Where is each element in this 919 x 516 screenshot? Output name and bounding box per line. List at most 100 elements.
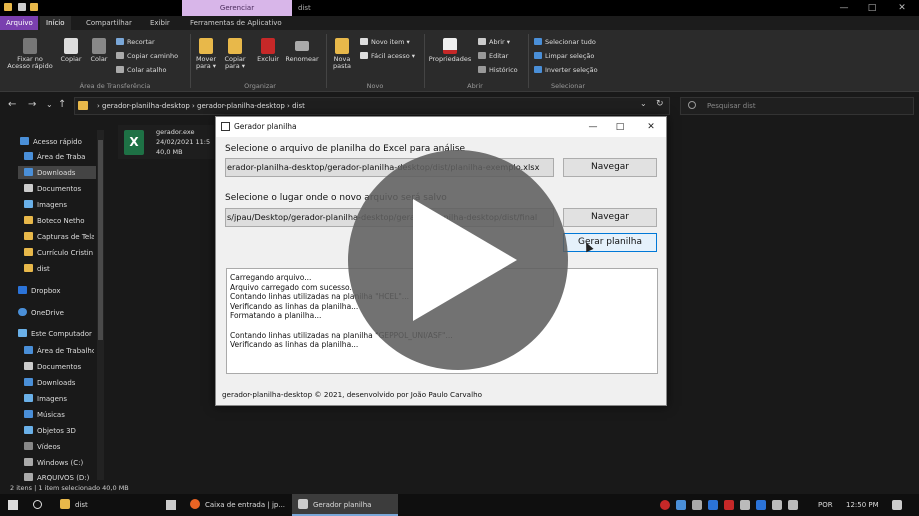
invert-selection-label: Inverter seleção [545, 66, 598, 74]
new-folder-button[interactable]: Nova pasta [330, 38, 354, 70]
volume-icon[interactable] [788, 500, 798, 510]
sidebar-item-images-pc[interactable]: Imagens [24, 394, 94, 403]
copy-path-button[interactable]: Copiar caminho [116, 52, 178, 60]
star-icon [20, 137, 29, 145]
select-all-button[interactable]: Selecionar tudo [534, 38, 596, 46]
clock[interactable]: 12:50 PM [846, 494, 879, 516]
copy-to-button[interactable]: Copiar para ▾ [222, 38, 248, 70]
paste-shortcut-button[interactable]: Colar atalho [116, 66, 166, 74]
sidebar-item-videos[interactable]: Vídeos [24, 442, 94, 451]
sidebar-item-capturas[interactable]: Capturas de Tela [24, 232, 94, 241]
sidebar-item-drive-c[interactable]: Windows (C:) [24, 458, 94, 467]
sidebar-item-desktop[interactable]: Área de Traba [24, 152, 94, 161]
properties-icon[interactable] [18, 3, 26, 11]
back-button[interactable]: ← [8, 99, 16, 111]
tray-record-icon[interactable] [660, 500, 670, 510]
sidebar-item-music[interactable]: Músicas [24, 410, 94, 419]
cut-button[interactable]: Recortar [116, 38, 155, 46]
task-view-icon[interactable] [166, 500, 176, 510]
rename-label: Renomear [285, 55, 319, 63]
generate-spreadsheet-button[interactable]: Gerar planilha [563, 233, 657, 252]
sidebar-item-images[interactable]: Imagens [24, 200, 94, 209]
taskbar-gerador[interactable]: Gerador planilha [292, 494, 398, 516]
sidebar-item-boteco[interactable]: Boteco Netho [24, 216, 94, 225]
sidebar-item-documents[interactable]: Documentos [24, 184, 94, 193]
folder-icon [60, 499, 70, 509]
sidebar-item-downloads-pc[interactable]: Downloads [24, 378, 94, 387]
tray-icon[interactable] [692, 500, 702, 510]
dialog-maximize-button[interactable]: □ [609, 117, 631, 137]
folder-icon [24, 232, 33, 240]
dialog-minimize-button[interactable]: — [582, 117, 604, 137]
network-icon[interactable] [772, 500, 782, 510]
tray-dropbox-icon[interactable] [676, 500, 686, 510]
history-button[interactable]: Histórico [478, 66, 518, 74]
sidebar-item-label: Windows (C:) [37, 459, 84, 467]
move-to-button[interactable]: Mover para ▾ [194, 38, 218, 70]
tray-icon[interactable] [708, 500, 718, 510]
document-icon [24, 362, 33, 370]
sidebar-item-downloads[interactable]: Downloads [24, 168, 94, 177]
refresh-button[interactable]: ↻ [656, 99, 664, 109]
copy-icon [64, 38, 78, 54]
sidebar-item-drive-d[interactable]: ARQUIVOS (D:) [24, 473, 94, 482]
tray-icon[interactable] [756, 500, 766, 510]
maximize-button[interactable]: □ [857, 0, 887, 16]
select-none-button[interactable]: Limpar seleção [534, 52, 594, 60]
browse-excel-button[interactable]: Navegar [563, 158, 657, 177]
tab-exibir[interactable]: Exibir [144, 16, 176, 30]
rename-button[interactable]: Renomear [284, 38, 320, 63]
cloud-icon [18, 308, 27, 316]
tab-compartilhar[interactable]: Compartilhar [80, 16, 138, 30]
close-button[interactable]: ✕ [887, 0, 917, 16]
search-icon[interactable] [33, 500, 42, 509]
address-bar[interactable]: › gerador-planilha-desktop › gerador-pla… [74, 97, 670, 115]
easy-access-button[interactable]: Fácil acesso ▾ [360, 52, 415, 60]
notification-icon[interactable] [892, 500, 902, 510]
browse-save-button[interactable]: Navegar [563, 208, 657, 227]
minimize-button[interactable]: — [829, 0, 859, 16]
windows-start-icon[interactable] [8, 500, 18, 510]
image-icon [24, 394, 33, 402]
paste-button[interactable]: Colar [88, 38, 110, 63]
new-item-button[interactable]: Novo item ▾ [360, 38, 410, 46]
tab-inicio[interactable]: Início [40, 16, 71, 30]
delete-button[interactable]: Excluir [254, 38, 282, 63]
copy-path-label: Copiar caminho [127, 52, 179, 60]
scissors-icon [116, 38, 124, 45]
new-folder-icon[interactable] [30, 3, 38, 11]
tray-icon[interactable] [724, 500, 734, 510]
properties-button[interactable]: Propriedades [428, 38, 472, 63]
taskbar-browser[interactable]: Caixa de entrada | jp... [186, 494, 290, 516]
video-icon [24, 442, 33, 450]
sidebar-scroll-thumb[interactable] [98, 140, 103, 340]
tab-arquivo[interactable]: Arquivo [0, 16, 38, 30]
drive-icon [24, 473, 33, 481]
pin-button[interactable]: Fixar no Acesso rápido [4, 38, 56, 70]
manage-tab[interactable]: Gerenciar [182, 0, 292, 16]
forward-button[interactable]: → [28, 99, 36, 111]
sidebar-item-3d[interactable]: Objetos 3D [24, 426, 94, 435]
sidebar-item-documents-pc[interactable]: Documentos [24, 362, 94, 371]
up-button[interactable]: ↑ [58, 99, 66, 111]
address-dropdown-button[interactable]: ⌄ [640, 99, 647, 108]
sidebar-item-dist[interactable]: dist [24, 264, 94, 273]
desktop-icon [24, 346, 33, 354]
dialog-close-button[interactable]: ✕ [640, 117, 662, 137]
open-button[interactable]: Abrir ▾ [478, 38, 510, 46]
sidebar-item-label: Este Computador [31, 330, 92, 338]
language-indicator[interactable]: POR [818, 494, 833, 516]
taskbar-gerador-label: Gerador planilha [313, 501, 372, 509]
edit-button[interactable]: Editar [478, 52, 508, 60]
excel-file-icon: X [124, 130, 144, 155]
search-input[interactable]: Pesquisar dist [680, 97, 914, 115]
recent-button[interactable]: ⌄ [46, 99, 53, 111]
taskbar-explorer[interactable]: dist [56, 494, 156, 516]
sidebar-item-curriculo[interactable]: Currículo Cristin [24, 248, 94, 257]
copy-button[interactable]: Copiar [58, 38, 84, 63]
invert-selection-button[interactable]: Inverter seleção [534, 66, 598, 74]
move-label-2: para ▾ [195, 62, 217, 70]
sidebar-item-desktop-pc[interactable]: Área de Trabalho [24, 346, 94, 355]
tab-ferramentas[interactable]: Ferramentas de Aplicativo [184, 16, 288, 30]
tray-icon[interactable] [740, 500, 750, 510]
